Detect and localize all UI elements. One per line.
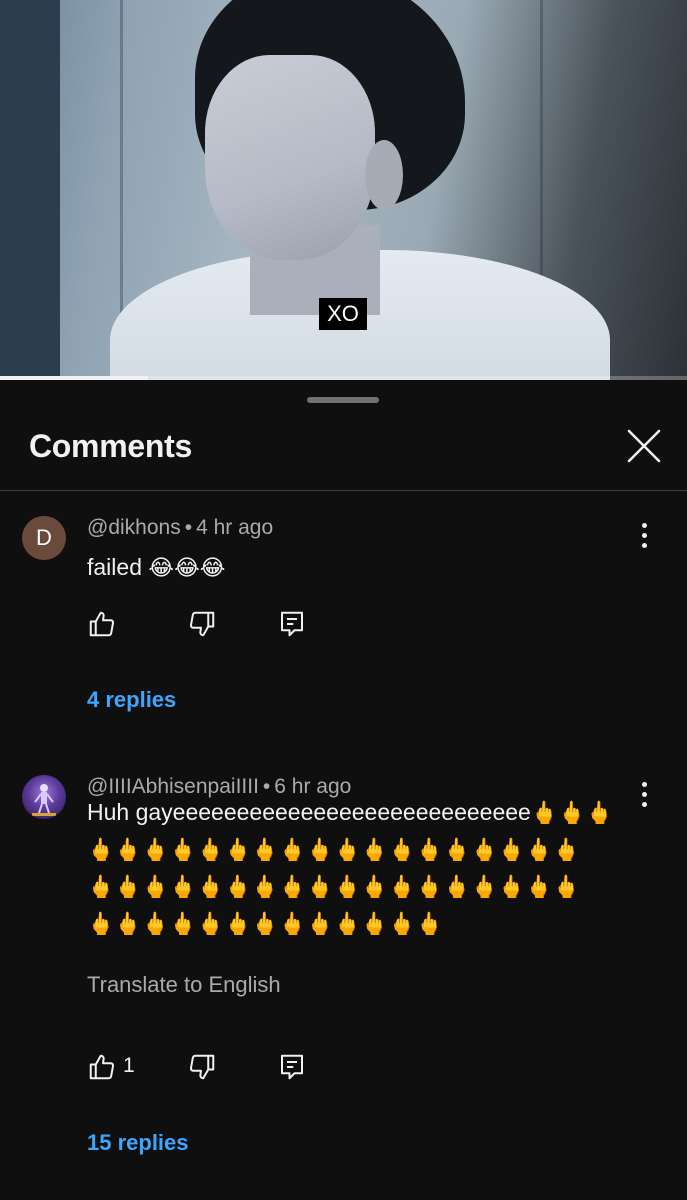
thumbs-down-icon (189, 611, 215, 637)
like-button[interactable]: 1 (87, 1052, 147, 1084)
avatar-figure-icon (32, 784, 56, 816)
comment-text-content: failed (87, 554, 142, 580)
video-player[interactable]: XO (0, 0, 687, 380)
thumbs-up-icon (89, 611, 115, 637)
comment-text: Huh gayeeeeeeeeeeeeeeeeeeeeeeeeeeee🖕🖕🖕 🖕… (87, 794, 637, 943)
like-count: 1 (123, 1054, 135, 1077)
video-scene-ear (365, 140, 403, 210)
translate-link[interactable]: Translate to English (87, 972, 281, 998)
close-icon (627, 429, 661, 463)
comment-emoji: 🖕🖕🖕🖕🖕🖕🖕🖕🖕🖕🖕🖕🖕🖕🖕🖕🖕🖕 (87, 838, 581, 863)
comment-emoji: 🖕🖕🖕🖕🖕🖕🖕🖕🖕🖕🖕🖕🖕 (87, 912, 444, 937)
video-scene-door-frame (0, 0, 60, 380)
video-scene-face (205, 55, 375, 260)
reply-button[interactable] (277, 1052, 307, 1084)
dislike-button[interactable] (187, 609, 217, 641)
comments-sheet: Comments D @dikhons • 4 hr ago failed 😂😂😂 (0, 382, 687, 1200)
reply-icon (281, 1054, 303, 1080)
video-progress-bar[interactable] (0, 376, 687, 380)
avatar[interactable]: D (22, 516, 66, 560)
comment-author[interactable]: @dikhons (87, 516, 181, 539)
comment-time: 4 hr ago (196, 516, 274, 539)
reply-icon (281, 611, 303, 637)
like-button[interactable] (87, 609, 117, 641)
comment-text-content: Huh gayeeeeeeeeeeeeeeeeeeeeeeeeeeee (87, 799, 531, 825)
comment-meta: @dikhons • 4 hr ago (87, 516, 273, 540)
comment-emoji: 🖕🖕🖕 (530, 801, 614, 826)
comment-emoji: 🖕🖕🖕🖕🖕🖕🖕🖕🖕🖕🖕🖕🖕🖕🖕🖕🖕🖕 (87, 875, 581, 900)
meta-separator: • (184, 516, 193, 539)
view-replies-button[interactable]: 4 replies (87, 687, 176, 713)
video-progress-fill (0, 376, 148, 380)
comments-title: Comments (29, 428, 192, 464)
thumbs-down-icon (189, 1054, 215, 1080)
drag-handle[interactable] (307, 397, 379, 403)
comment-emoji: 😂😂😂 (148, 556, 226, 581)
view-replies-button[interactable]: 15 replies (87, 1130, 189, 1156)
close-button[interactable] (620, 426, 668, 468)
dislike-button[interactable] (187, 1052, 217, 1084)
more-vertical-icon (629, 523, 659, 548)
avatar[interactable] (22, 775, 66, 819)
reply-button[interactable] (277, 609, 307, 641)
header-divider (0, 490, 687, 491)
thumbs-up-icon (89, 1054, 115, 1080)
comment-text: failed 😂😂😂 (87, 549, 637, 587)
video-caption: XO (319, 298, 367, 330)
